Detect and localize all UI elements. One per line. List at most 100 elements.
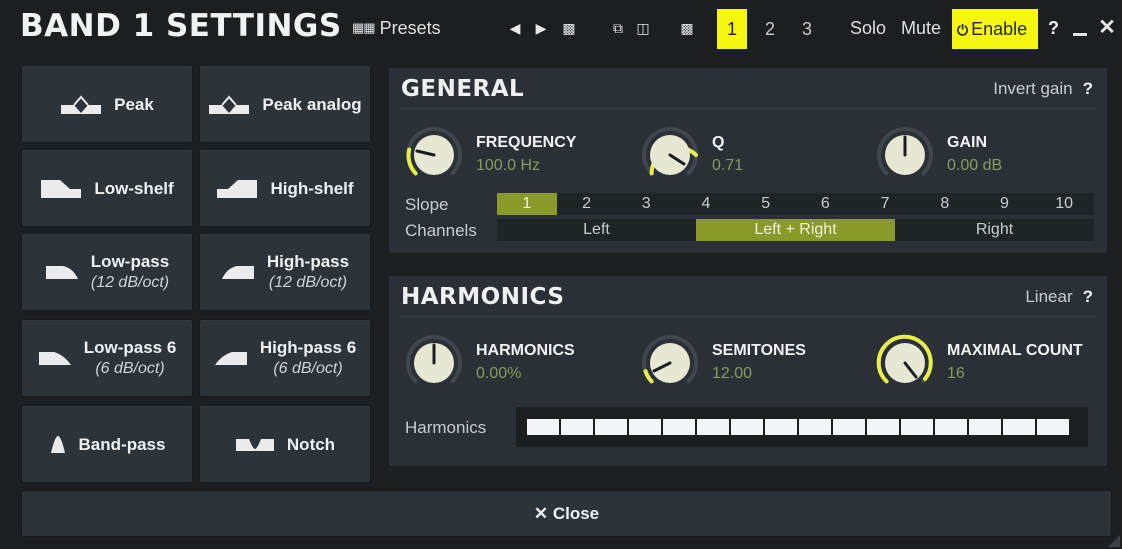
randomize-dice-icon[interactable]: ▩ — [676, 11, 698, 45]
harmonics-help-icon[interactable]: ? — [1083, 287, 1093, 306]
harmonics-knob[interactable] — [402, 331, 466, 395]
copy-icon[interactable]: ⧉ — [607, 11, 629, 45]
next-preset-icon[interactable]: ▶ — [531, 11, 551, 45]
band-3-button[interactable]: 3 — [792, 9, 822, 49]
harmonics-mode-selector[interactable]: Linear? — [1025, 287, 1093, 307]
maximal-count-knob[interactable] — [873, 331, 937, 395]
harmonic-cell[interactable] — [697, 419, 729, 435]
filter-label: Band-pass — [78, 434, 166, 454]
slope-option[interactable]: 7 — [855, 193, 915, 215]
invert-gain-toggle[interactable]: Invert gain? — [993, 79, 1093, 99]
harmonic-cell[interactable] — [799, 419, 831, 435]
harmonic-cell[interactable] — [935, 419, 967, 435]
harmonics-title: HARMONICS — [401, 284, 565, 310]
band-2-button[interactable]: 2 — [755, 9, 785, 49]
slope-option[interactable]: 8 — [915, 193, 975, 215]
slope-option[interactable]: 5 — [736, 193, 796, 215]
harmonic-cell[interactable] — [833, 419, 865, 435]
semitones-knob[interactable] — [638, 331, 702, 395]
harmonic-cell[interactable] — [663, 419, 695, 435]
filter-label: Notch — [286, 434, 336, 454]
filter-high-pass-6-button[interactable]: High-pass 6 (6 dB/oct) — [199, 319, 371, 397]
invert-gain-label: Invert gain — [993, 79, 1073, 98]
harmonics-strip[interactable] — [516, 407, 1088, 447]
filter-slope-label: (12 dB/oct) — [268, 274, 348, 291]
harmonic-cell[interactable] — [1003, 419, 1035, 435]
slope-option[interactable]: 1 — [497, 193, 557, 215]
invert-gain-help-icon[interactable]: ? — [1083, 79, 1093, 98]
filter-low-pass-6-button[interactable]: Low-pass 6 (6 dB/oct) — [21, 319, 193, 397]
channel-option[interactable]: Right — [895, 219, 1094, 241]
harmonics-mode-label: Linear — [1025, 287, 1073, 306]
slope-option[interactable]: 3 — [616, 193, 676, 215]
knob-value: 0.00% — [476, 365, 522, 382]
slope-selector: 1 2 3 4 5 6 7 8 9 10 — [497, 193, 1094, 215]
harmonic-cell[interactable] — [969, 419, 1001, 435]
filter-label: High-pass (12 dB/oct) — [266, 252, 350, 291]
close-button[interactable]: ✕ Close — [21, 490, 1112, 537]
filter-label: Low-shelf — [94, 178, 174, 198]
harmonic-cell[interactable] — [765, 419, 797, 435]
grid-icon: ▦▦ — [352, 20, 376, 35]
harmonic-cell[interactable] — [527, 419, 559, 435]
knob-label: HARMONICS — [476, 342, 575, 359]
slope-option[interactable]: 6 — [796, 193, 856, 215]
harmonic-cell[interactable] — [731, 419, 763, 435]
minimize-icon[interactable] — [1073, 33, 1087, 36]
gain-knob[interactable] — [873, 123, 937, 187]
resize-grip-icon[interactable] — [1108, 535, 1120, 547]
filter-low-shelf-button[interactable]: Low-shelf — [21, 149, 193, 227]
knob-label: MAXIMAL COUNT — [947, 342, 1083, 359]
channels-selector: Left Left + Right Right — [497, 219, 1094, 241]
mute-button[interactable]: Mute — [901, 11, 941, 45]
band-1-button[interactable]: 1 — [717, 9, 747, 49]
frequency-knob[interactable] — [402, 123, 466, 187]
high-pass-6-shape-icon — [214, 352, 247, 365]
harmonic-cell[interactable] — [1037, 419, 1069, 435]
enable-label: Enable — [971, 19, 1028, 39]
filter-notch-button[interactable]: Notch — [199, 405, 371, 483]
filter-label: Low-pass (12 dB/oct) — [90, 252, 170, 291]
knob-label: GAIN — [947, 134, 987, 151]
channel-option[interactable]: Left — [497, 219, 696, 241]
filter-label: Peak — [114, 94, 154, 114]
filter-peak-button[interactable]: Peak — [21, 65, 193, 143]
knob-label: SEMITONES — [712, 342, 806, 359]
band-pass-shape-icon — [50, 436, 65, 453]
random-dice-icon[interactable]: ▩ — [558, 11, 580, 45]
knob-value: 100.0 Hz — [476, 157, 541, 174]
filter-low-pass-button[interactable]: Low-pass (12 dB/oct) — [21, 233, 193, 311]
q-knob[interactable] — [638, 123, 702, 187]
solo-button[interactable]: Solo — [850, 11, 886, 45]
close-icon[interactable]: ✕ — [1097, 13, 1117, 43]
slope-option[interactable]: 2 — [557, 193, 617, 215]
help-button[interactable]: ? — [1048, 11, 1059, 45]
harmonic-cell[interactable] — [867, 419, 899, 435]
filter-band-pass-button[interactable]: Band-pass — [21, 405, 193, 483]
slope-option[interactable]: 4 — [676, 193, 736, 215]
knob-label: FREQUENCY — [476, 134, 577, 151]
slope-option[interactable]: 10 — [1034, 193, 1094, 215]
presets-button[interactable]: ▦▦ Presets — [352, 11, 441, 45]
enable-button[interactable]: ⏻ Enable — [952, 9, 1038, 49]
window-title: BAND 1 SETTINGS — [20, 8, 342, 44]
filter-peak-analog-button[interactable]: Peak analog — [199, 65, 371, 143]
high-shelf-shape-icon — [217, 180, 258, 198]
paste-icon[interactable]: ◫ — [632, 11, 654, 45]
power-icon: ⏻ — [957, 22, 969, 38]
harmonic-cell[interactable] — [901, 419, 933, 435]
harmonic-cell[interactable] — [561, 419, 593, 435]
peak-shape-icon — [61, 95, 102, 114]
filter-label: Peak analog — [262, 94, 362, 114]
previous-preset-icon[interactable]: ◀ — [505, 11, 525, 45]
harmonic-cell[interactable] — [629, 419, 661, 435]
filter-high-pass-button[interactable]: High-pass (12 dB/oct) — [199, 233, 371, 311]
harmonic-cell[interactable] — [595, 419, 627, 435]
filter-high-shelf-button[interactable]: High-shelf — [199, 149, 371, 227]
close-x-icon: ✕ — [533, 504, 549, 523]
slope-option[interactable]: 9 — [975, 193, 1035, 215]
channel-option[interactable]: Left + Right — [696, 219, 895, 241]
knob-value: 0.71 — [712, 157, 744, 174]
low-pass-6-shape-icon — [38, 352, 71, 365]
peak-analog-shape-icon — [209, 95, 250, 114]
